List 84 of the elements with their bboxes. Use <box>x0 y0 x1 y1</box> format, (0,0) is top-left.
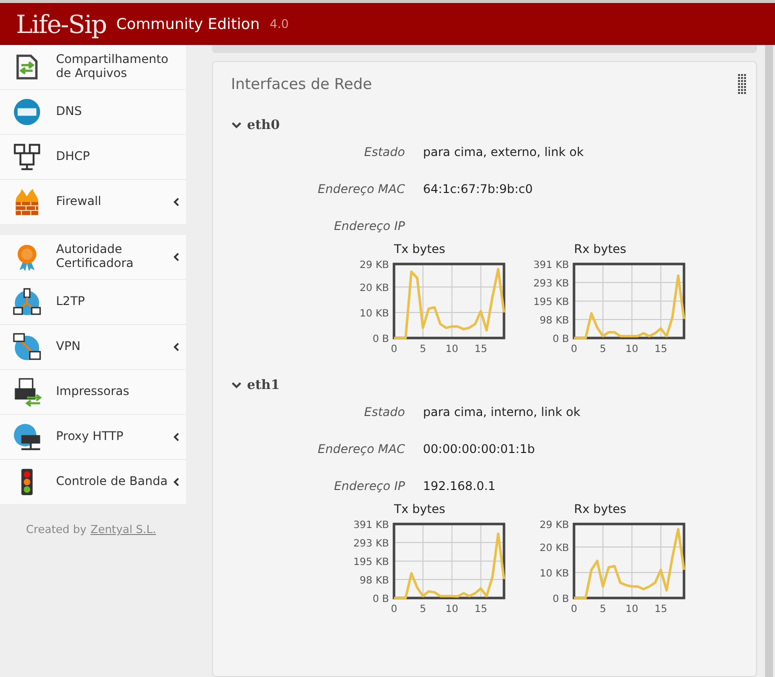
x-tick-label: 10 <box>626 604 638 614</box>
item-label: VPN <box>56 340 82 354</box>
edition-title: Community Edition <box>116 15 260 33</box>
vpn-icon <box>12 332 42 362</box>
interface-toggle[interactable]: eth1 <box>231 378 280 392</box>
item-label: Impressoras <box>56 385 130 399</box>
logo: Life-Sip <box>16 10 106 38</box>
dhcp-icon <box>12 142 42 172</box>
chart-title: Tx bytes <box>394 502 446 516</box>
x-tick-label: 10 <box>446 344 458 354</box>
dns-icon <box>12 97 42 127</box>
chart-title: Rx bytes <box>574 502 628 516</box>
sidebar-item[interactable]: Autoridade Certificadora <box>0 235 186 280</box>
field-value: 00:00:00:00:01:1b <box>423 442 535 456</box>
y-tick-label: 20 KB <box>360 282 389 294</box>
sidebar-item[interactable]: Compartilhamento de Arquivos <box>0 45 186 90</box>
x-tick-label: 0 <box>570 344 578 354</box>
chart-title: Tx bytes <box>394 242 446 256</box>
y-tick-label: 0 B <box>552 334 569 345</box>
x-tick-label: 5 <box>420 344 426 354</box>
field-label: Endereço MAC <box>316 182 405 196</box>
y-tick-label: 98 KB <box>540 315 569 326</box>
chart-title: Rx bytes <box>574 242 628 256</box>
field-value: para cima, externo, link ok <box>423 144 584 158</box>
field-label: Estado <box>363 144 405 158</box>
l2tp-icon <box>12 287 42 317</box>
x-tick-label: 10 <box>626 344 638 354</box>
y-tick-label: 391 KB <box>533 260 569 271</box>
x-tick-label: 15 <box>474 604 488 614</box>
sidebar-item[interactable]: Controle de Banda <box>0 460 186 505</box>
x-tick-label: 0 <box>570 604 578 614</box>
y-tick-label: 20 KB <box>540 542 569 554</box>
scrollbar[interactable] <box>765 45 773 677</box>
y-tick-label: 293 KB <box>533 278 569 290</box>
field-label: Endereço IP <box>332 478 405 492</box>
x-tick-label: 15 <box>654 604 668 614</box>
sidebar-item[interactable]: L2TP <box>0 280 186 325</box>
y-tick-label: 29 KB <box>540 520 569 531</box>
x-tick-label: 5 <box>600 344 606 354</box>
y-tick-label: 0 B <box>552 594 569 605</box>
x-tick-label: 5 <box>420 604 426 614</box>
item-label: Compartilhamento de Arquivos <box>56 53 170 81</box>
field-value: 64:1c:67:7b:9b:c0 <box>423 182 533 196</box>
y-tick-label: 293 KB <box>353 538 389 550</box>
item-label: Proxy HTTP <box>56 430 124 444</box>
y-tick-label: 10 KB <box>360 308 389 320</box>
panel-title: Interfaces de Rede <box>231 75 372 93</box>
printer-icon <box>12 377 42 407</box>
version-label: 4.0 <box>270 17 289 31</box>
field-value: para cima, interno, link ok <box>423 404 580 418</box>
sidebar-item[interactable]: VPN <box>0 325 186 370</box>
y-tick-label: 391 KB <box>353 520 389 531</box>
y-tick-label: 195 KB <box>533 297 569 308</box>
field-label: Estado <box>363 404 405 418</box>
interface-toggle[interactable]: eth0 <box>231 118 280 132</box>
x-tick-label: 0 <box>390 344 398 354</box>
y-tick-label: 0 B <box>372 594 389 605</box>
x-tick-label: 0 <box>390 604 398 614</box>
item-label: L2TP <box>56 295 86 309</box>
y-tick-label: 10 KB <box>540 568 569 580</box>
x-tick-label: 10 <box>446 604 458 614</box>
y-tick-label: 0 B <box>372 334 389 345</box>
sidebar-item[interactable]: Firewall <box>0 180 186 225</box>
field-value: 192.168.0.1 <box>423 478 496 492</box>
y-tick-label: 29 KB <box>360 260 389 271</box>
item-label: Firewall <box>56 195 102 209</box>
item-label: DNS <box>56 105 83 119</box>
item-label: Autoridade Certificadora <box>56 243 134 271</box>
field-label: Endereço IP <box>332 218 405 232</box>
sidebar-item[interactable]: Proxy HTTP <box>0 415 186 460</box>
sidebar-item[interactable]: DHCP <box>0 135 186 180</box>
item-label: Controle de Banda <box>56 475 169 489</box>
sidebar-item[interactable]: Impressoras <box>0 370 186 415</box>
credit-text: Created by <box>26 523 87 536</box>
drag-handle-icon[interactable] <box>738 74 746 94</box>
x-tick-label: 5 <box>600 604 606 614</box>
proxy-icon <box>12 422 42 452</box>
y-tick-label: 98 KB <box>360 575 389 586</box>
sidebar-item[interactable]: DNS <box>0 90 186 135</box>
x-tick-label: 15 <box>474 344 488 354</box>
item-label: DHCP <box>56 150 91 164</box>
field-label: Endereço MAC <box>316 442 405 456</box>
y-tick-label: 195 KB <box>353 557 389 568</box>
x-tick-label: 15 <box>654 344 668 354</box>
